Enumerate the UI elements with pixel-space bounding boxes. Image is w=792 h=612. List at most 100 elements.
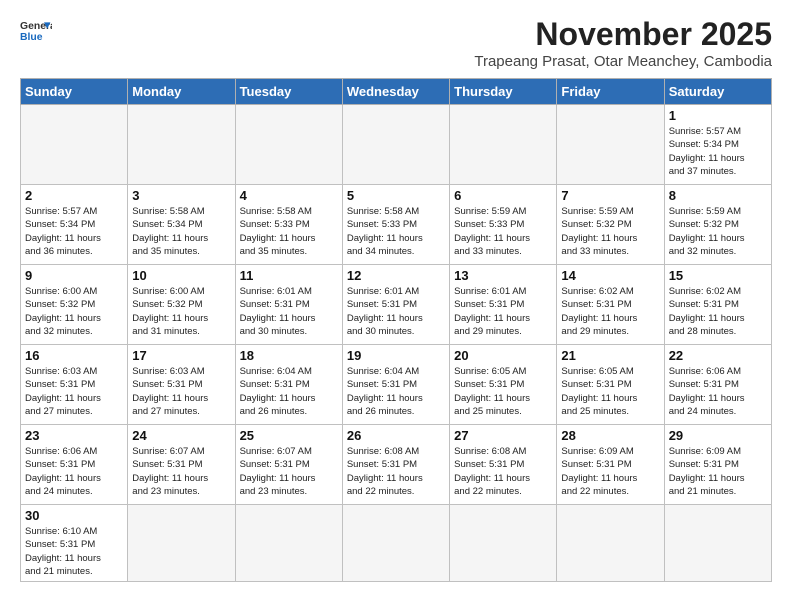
calendar-cell [664, 505, 771, 582]
day-number: 16 [25, 348, 123, 363]
day-info: Sunrise: 6:01 AM Sunset: 5:31 PM Dayligh… [454, 285, 552, 338]
title-block: November 2025 Trapeang Prasat, Otar Mean… [474, 16, 772, 70]
day-number: 4 [240, 188, 338, 203]
calendar-cell [450, 105, 557, 185]
day-number: 18 [240, 348, 338, 363]
day-info: Sunrise: 6:09 AM Sunset: 5:31 PM Dayligh… [561, 445, 659, 498]
calendar-cell [450, 505, 557, 582]
calendar-cell: 8 Sunrise: 5:59 AM Sunset: 5:32 PM Daylig… [664, 185, 771, 265]
weekday-header-monday: Monday [128, 79, 235, 105]
day-info: Sunrise: 6:08 AM Sunset: 5:31 PM Dayligh… [347, 445, 445, 498]
calendar-cell: 25Sunrise: 6:07 AM Sunset: 5:31 PM Dayli… [235, 425, 342, 505]
calendar-week-row: 1 Sunrise: 5:57 AM Sunset: 5:34 PM Daylig… [21, 105, 772, 185]
month-title: November 2025 [474, 16, 772, 53]
day-info: Sunrise: 6:00 AM Sunset: 5:32 PM Dayligh… [132, 285, 230, 338]
day-info: Sunrise: 6:05 AM Sunset: 5:31 PM Dayligh… [561, 365, 659, 418]
day-info: Sunrise: 6:03 AM Sunset: 5:31 PM Dayligh… [132, 365, 230, 418]
calendar-cell: 15 Sunrise: 6:02 AM Sunset: 5:31 PM Dayli… [664, 265, 771, 345]
calendar-cell: 30 Sunrise: 6:10 AM Sunset: 5:31 PM Dayli… [21, 505, 128, 582]
day-number: 1 [669, 108, 767, 123]
weekday-header-saturday: Saturday [664, 79, 771, 105]
weekday-header-row: SundayMondayTuesdayWednesdayThursdayFrid… [21, 79, 772, 105]
calendar-cell: 13Sunrise: 6:01 AM Sunset: 5:31 PM Dayli… [450, 265, 557, 345]
calendar-cell: 3 Sunrise: 5:58 AM Sunset: 5:34 PM Daylig… [128, 185, 235, 265]
day-number: 15 [669, 268, 767, 283]
day-info: Sunrise: 5:58 AM Sunset: 5:34 PM Dayligh… [132, 205, 230, 258]
day-info: Sunrise: 6:08 AM Sunset: 5:31 PM Dayligh… [454, 445, 552, 498]
calendar-cell: 28Sunrise: 6:09 AM Sunset: 5:31 PM Dayli… [557, 425, 664, 505]
calendar-week-row: 9 Sunrise: 6:00 AM Sunset: 5:32 PM Daylig… [21, 265, 772, 345]
day-info: Sunrise: 6:00 AM Sunset: 5:32 PM Dayligh… [25, 285, 123, 338]
calendar-cell [342, 105, 449, 185]
day-number: 11 [240, 268, 338, 283]
day-number: 10 [132, 268, 230, 283]
calendar-cell: 7 Sunrise: 5:59 AM Sunset: 5:32 PM Daylig… [557, 185, 664, 265]
day-number: 3 [132, 188, 230, 203]
calendar-cell [235, 505, 342, 582]
day-info: Sunrise: 6:09 AM Sunset: 5:31 PM Dayligh… [669, 445, 767, 498]
day-number: 19 [347, 348, 445, 363]
day-info: Sunrise: 6:04 AM Sunset: 5:31 PM Dayligh… [347, 365, 445, 418]
day-info: Sunrise: 6:07 AM Sunset: 5:31 PM Dayligh… [132, 445, 230, 498]
day-info: Sunrise: 5:59 AM Sunset: 5:33 PM Dayligh… [454, 205, 552, 258]
weekday-header-wednesday: Wednesday [342, 79, 449, 105]
calendar-cell: 17Sunrise: 6:03 AM Sunset: 5:31 PM Dayli… [128, 345, 235, 425]
page-header: General Blue November 2025 Trapeang Pras… [20, 16, 772, 70]
day-number: 29 [669, 428, 767, 443]
day-info: Sunrise: 5:59 AM Sunset: 5:32 PM Dayligh… [561, 205, 659, 258]
calendar-week-row: 16 Sunrise: 6:03 AM Sunset: 5:31 PM Dayli… [21, 345, 772, 425]
calendar-cell: 26 Sunrise: 6:08 AM Sunset: 5:31 PM Dayli… [342, 425, 449, 505]
day-info: Sunrise: 6:01 AM Sunset: 5:31 PM Dayligh… [240, 285, 338, 338]
logo-icon: General Blue [20, 16, 52, 48]
day-number: 6 [454, 188, 552, 203]
day-info: Sunrise: 6:03 AM Sunset: 5:31 PM Dayligh… [25, 365, 123, 418]
calendar-cell: 4 Sunrise: 5:58 AM Sunset: 5:33 PM Daylig… [235, 185, 342, 265]
calendar-cell: 29 Sunrise: 6:09 AM Sunset: 5:31 PM Dayli… [664, 425, 771, 505]
calendar-cell: 1 Sunrise: 5:57 AM Sunset: 5:34 PM Daylig… [664, 105, 771, 185]
day-info: Sunrise: 6:06 AM Sunset: 5:31 PM Dayligh… [669, 365, 767, 418]
day-info: Sunrise: 5:57 AM Sunset: 5:34 PM Dayligh… [669, 125, 767, 178]
day-number: 22 [669, 348, 767, 363]
calendar-cell [557, 105, 664, 185]
day-info: Sunrise: 6:02 AM Sunset: 5:31 PM Dayligh… [669, 285, 767, 338]
day-info: Sunrise: 6:04 AM Sunset: 5:31 PM Dayligh… [240, 365, 338, 418]
calendar-cell: 9 Sunrise: 6:00 AM Sunset: 5:32 PM Daylig… [21, 265, 128, 345]
calendar-cell: 21Sunrise: 6:05 AM Sunset: 5:31 PM Dayli… [557, 345, 664, 425]
day-number: 27 [454, 428, 552, 443]
calendar-cell: 14Sunrise: 6:02 AM Sunset: 5:31 PM Dayli… [557, 265, 664, 345]
weekday-header-tuesday: Tuesday [235, 79, 342, 105]
calendar-cell: 22 Sunrise: 6:06 AM Sunset: 5:31 PM Dayli… [664, 345, 771, 425]
weekday-header-thursday: Thursday [450, 79, 557, 105]
day-info: Sunrise: 6:07 AM Sunset: 5:31 PM Dayligh… [240, 445, 338, 498]
day-info: Sunrise: 5:58 AM Sunset: 5:33 PM Dayligh… [240, 205, 338, 258]
day-number: 9 [25, 268, 123, 283]
day-info: Sunrise: 6:02 AM Sunset: 5:31 PM Dayligh… [561, 285, 659, 338]
day-info: Sunrise: 6:06 AM Sunset: 5:31 PM Dayligh… [25, 445, 123, 498]
day-number: 26 [347, 428, 445, 443]
calendar-table: SundayMondayTuesdayWednesdayThursdayFrid… [20, 78, 772, 582]
calendar-cell: 5Sunrise: 5:58 AM Sunset: 5:33 PM Daylig… [342, 185, 449, 265]
day-number: 7 [561, 188, 659, 203]
calendar-cell: 18 Sunrise: 6:04 AM Sunset: 5:31 PM Dayli… [235, 345, 342, 425]
calendar-week-row: 23Sunrise: 6:06 AM Sunset: 5:31 PM Dayli… [21, 425, 772, 505]
day-info: Sunrise: 5:57 AM Sunset: 5:34 PM Dayligh… [25, 205, 123, 258]
weekday-header-sunday: Sunday [21, 79, 128, 105]
calendar-cell: 23Sunrise: 6:06 AM Sunset: 5:31 PM Dayli… [21, 425, 128, 505]
calendar-cell [21, 105, 128, 185]
calendar-cell: 6 Sunrise: 5:59 AM Sunset: 5:33 PM Daylig… [450, 185, 557, 265]
day-info: Sunrise: 6:01 AM Sunset: 5:31 PM Dayligh… [347, 285, 445, 338]
calendar-cell: 20Sunrise: 6:05 AM Sunset: 5:31 PM Dayli… [450, 345, 557, 425]
calendar-cell [128, 105, 235, 185]
day-number: 8 [669, 188, 767, 203]
day-info: Sunrise: 6:10 AM Sunset: 5:31 PM Dayligh… [25, 525, 123, 578]
weekday-header-friday: Friday [557, 79, 664, 105]
calendar-cell: 11 Sunrise: 6:01 AM Sunset: 5:31 PM Dayli… [235, 265, 342, 345]
day-info: Sunrise: 5:59 AM Sunset: 5:32 PM Dayligh… [669, 205, 767, 258]
day-number: 30 [25, 508, 123, 523]
svg-text:Blue: Blue [20, 32, 43, 43]
day-info: Sunrise: 6:05 AM Sunset: 5:31 PM Dayligh… [454, 365, 552, 418]
day-number: 12 [347, 268, 445, 283]
calendar-week-row: 2 Sunrise: 5:57 AM Sunset: 5:34 PM Daylig… [21, 185, 772, 265]
subtitle: Trapeang Prasat, Otar Meanchey, Cambodia [474, 53, 772, 70]
day-number: 2 [25, 188, 123, 203]
